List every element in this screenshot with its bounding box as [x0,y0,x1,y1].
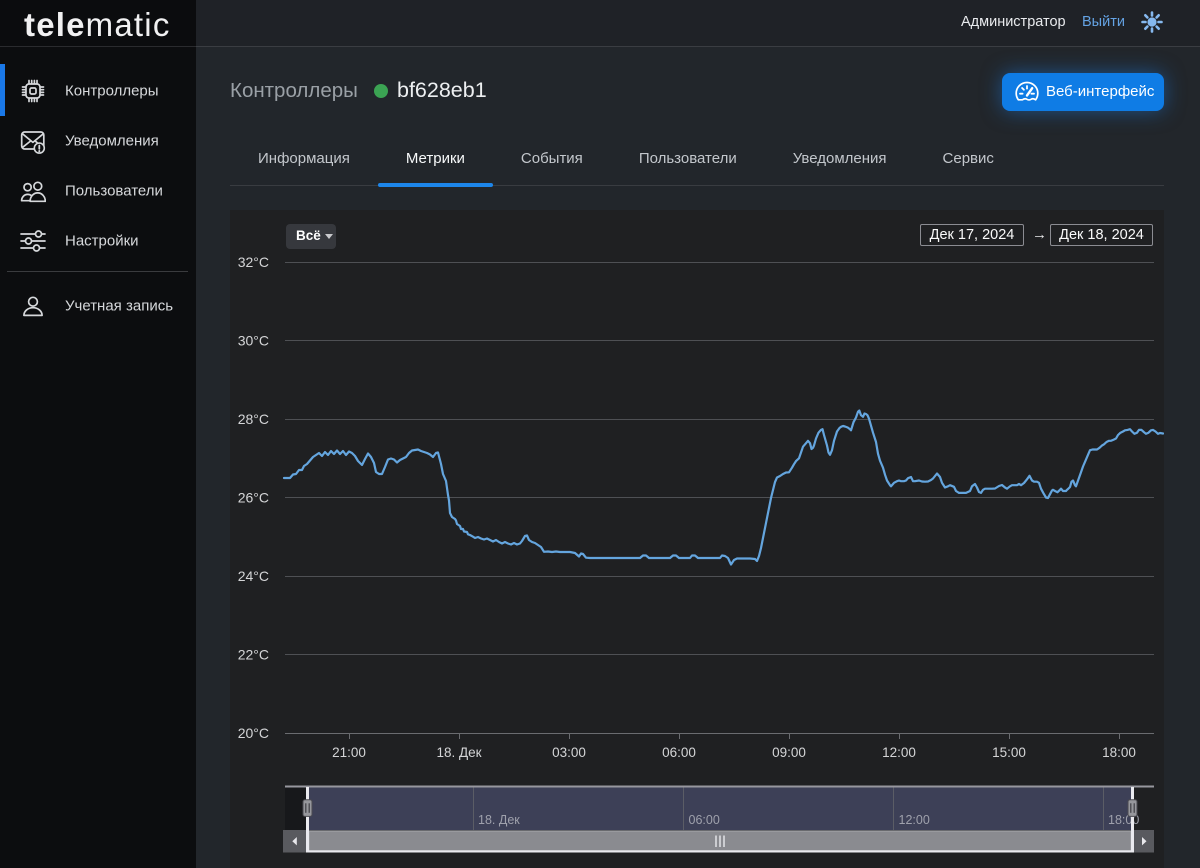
svg-text:03:00: 03:00 [552,745,586,760]
svg-text:12:00: 12:00 [899,813,930,827]
svg-text:20°C: 20°C [238,725,269,741]
svg-text:18. Дек: 18. Дек [436,745,481,760]
svg-text:22°C: 22°C [238,647,269,663]
svg-text:09:00: 09:00 [772,745,806,760]
svg-text:06:00: 06:00 [662,745,696,760]
svg-text:12:00: 12:00 [882,745,916,760]
svg-text:32°C: 32°C [238,254,269,270]
svg-text:06:00: 06:00 [689,813,720,827]
svg-text:21:00: 21:00 [332,745,366,760]
svg-text:24°C: 24°C [238,568,269,584]
svg-text:18. Дек: 18. Дек [478,813,520,827]
svg-text:18:00: 18:00 [1102,745,1136,760]
svg-text:26°C: 26°C [238,490,269,506]
svg-text:30°C: 30°C [238,333,269,349]
svg-text:28°C: 28°C [238,411,269,427]
svg-text:15:00: 15:00 [992,745,1026,760]
